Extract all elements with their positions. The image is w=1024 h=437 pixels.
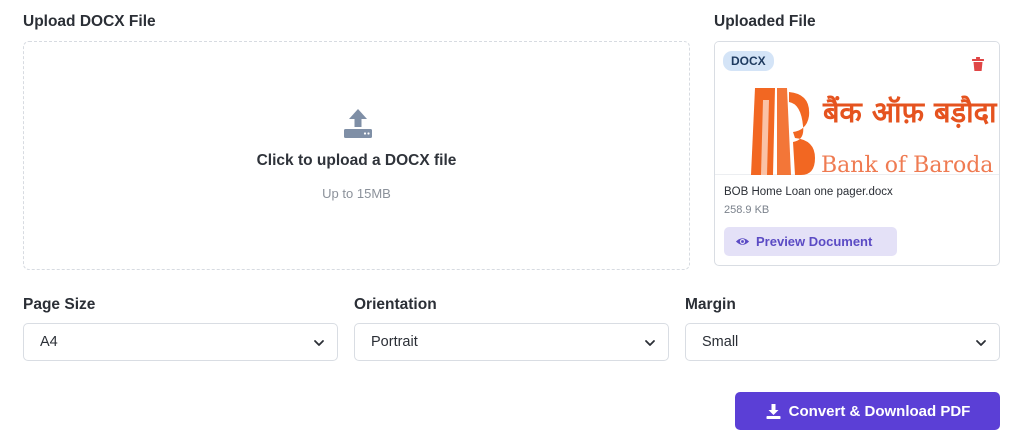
chevron-down-icon: [976, 340, 986, 346]
preview-document-button[interactable]: Preview Document: [724, 227, 897, 256]
document-thumbnail: बैंक ऑफ़ बड़ौदा Bank of Baroda DOCX: [715, 42, 999, 175]
margin-label: Margin: [685, 296, 736, 313]
orientation-label: Orientation: [354, 296, 437, 313]
file-type-badge: DOCX: [723, 51, 774, 71]
upload-size-limit: Up to 15MB: [322, 186, 391, 201]
margin-select[interactable]: Small: [685, 323, 1000, 361]
preview-document-label: Preview Document: [756, 234, 873, 249]
logo-hindi-text: बैंक ऑफ़ बड़ौदा: [822, 95, 998, 129]
upload-icon: [344, 109, 372, 138]
uploaded-file-title: Uploaded File: [714, 13, 816, 30]
upload-section-title: Upload DOCX File: [23, 13, 156, 30]
page-size-value: A4: [40, 334, 58, 350]
chevron-down-icon: [645, 340, 655, 346]
margin-value: Small: [702, 334, 739, 350]
page-size-select[interactable]: A4: [23, 323, 338, 361]
page-size-label: Page Size: [23, 296, 96, 313]
uploaded-file-card: बैंक ऑफ़ बड़ौदा Bank of Baroda DOCX BOB …: [714, 41, 1000, 266]
upload-dropzone[interactable]: Click to upload a DOCX file Up to 15MB: [23, 41, 690, 270]
download-icon: [766, 403, 781, 419]
upload-prompt: Click to upload a DOCX file: [256, 152, 457, 169]
logo-english-text: Bank of Baroda: [821, 153, 993, 175]
convert-download-label: Convert & Download PDF: [788, 402, 971, 420]
orientation-value: Portrait: [371, 334, 418, 350]
file-name: BOB Home Loan one pager.docx: [724, 186, 893, 198]
chevron-down-icon: [314, 340, 324, 346]
trash-icon[interactable]: [970, 56, 986, 72]
file-size: 258.9 KB: [724, 204, 770, 216]
convert-download-button[interactable]: Convert & Download PDF: [735, 392, 1000, 430]
orientation-select[interactable]: Portrait: [354, 323, 669, 361]
eye-icon: [735, 238, 750, 245]
